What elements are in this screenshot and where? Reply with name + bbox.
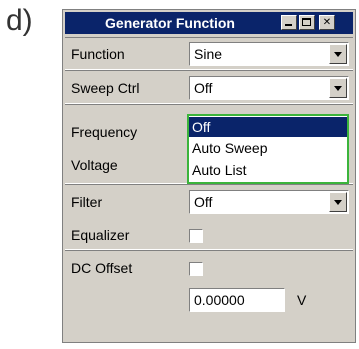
sweep-ctrl-label: Sweep Ctrl — [71, 80, 140, 96]
equalizer-label: Equalizer — [71, 227, 130, 243]
dc-offset-unit: V — [297, 292, 307, 308]
filter-equalizer-group: Filter Off Equalizer — [65, 184, 353, 250]
minimize-icon — [285, 24, 292, 26]
sweep-ctrl-dropdown-button[interactable] — [329, 78, 347, 98]
dc-offset-label: DC Offset — [71, 260, 133, 276]
dc-offset-checkbox[interactable] — [189, 262, 203, 276]
function-label: Function — [71, 46, 125, 62]
function-dropdown-button[interactable] — [329, 44, 347, 64]
function-select[interactable]: Sine — [189, 42, 349, 66]
sweep-ctrl-select[interactable]: Off — [189, 76, 349, 100]
chevron-down-icon — [334, 86, 342, 91]
frequency-label: Frequency — [71, 124, 138, 140]
panel-content: Function Sine Sweep Ctrl Off Frequency V… — [65, 37, 353, 340]
dc-offset-group: DC Offset V — [65, 250, 353, 340]
sweep-ctrl-dropdown-list: Off Auto Sweep Auto List — [187, 114, 349, 184]
figure-label: d) — [6, 4, 33, 37]
close-icon: ✕ — [322, 17, 332, 28]
sweep-ctrl-group: Sweep Ctrl Off — [65, 70, 353, 104]
maximize-icon — [302, 18, 311, 26]
close-button[interactable]: ✕ — [319, 15, 335, 30]
filter-dropdown-button[interactable] — [329, 192, 347, 212]
function-group: Function Sine — [65, 37, 353, 70]
minimize-button[interactable] — [281, 15, 297, 30]
dc-offset-value-field[interactable] — [189, 288, 285, 312]
title-bar[interactable]: Generator Function ✕ — [65, 12, 353, 34]
generator-function-window: Generator Function ✕ Function Sine Sweep… — [62, 9, 356, 343]
window-title: Generator Function — [105, 15, 235, 31]
voltage-label: Voltage — [71, 157, 118, 173]
filter-select[interactable]: Off — [189, 190, 349, 214]
sweep-option-off[interactable]: Off — [189, 117, 347, 137]
sweep-ctrl-value: Off — [194, 80, 213, 96]
function-value: Sine — [194, 46, 223, 62]
chevron-down-icon — [334, 200, 342, 205]
sweep-option-auto-sweep[interactable]: Auto Sweep — [189, 138, 347, 158]
sweep-option-auto-list[interactable]: Auto List — [189, 160, 347, 180]
maximize-button[interactable] — [299, 15, 315, 30]
equalizer-checkbox[interactable] — [189, 229, 203, 243]
filter-value: Off — [194, 194, 213, 210]
filter-label: Filter — [71, 194, 103, 210]
chevron-down-icon — [334, 52, 342, 57]
